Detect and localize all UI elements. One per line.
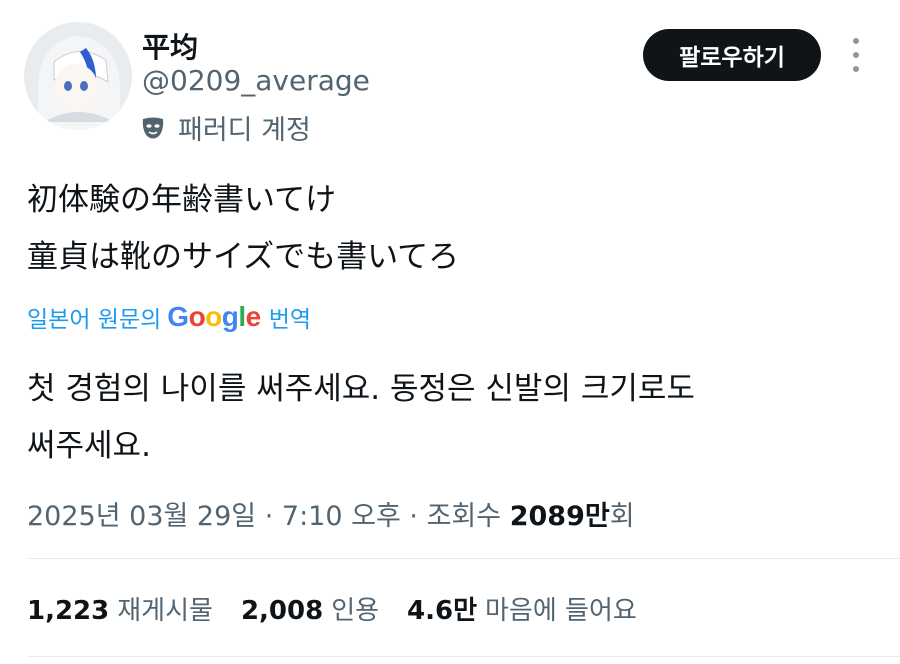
parody-label: 패러디 계정 <box>178 115 311 146</box>
parody-badge: 패러디 계정 <box>140 108 311 147</box>
views-label: 조회수 <box>426 501 502 532</box>
engagement-stats: 1,223 재게시물 2,008 인용 4.6만 마음에 들어요 <box>27 590 637 627</box>
avatar[interactable] <box>24 22 132 130</box>
retweets-stat[interactable]: 1,223 재게시물 <box>27 590 213 627</box>
translate-suffix: 번역 <box>268 307 312 333</box>
follow-button[interactable]: 팔로우하기 <box>643 29 821 81</box>
translated-text: 첫 경험의 나이를 써주세요. 동정은 신발의 크기로도 써주세요. <box>27 361 867 475</box>
tweet-time[interactable]: 7:10 오후 <box>282 501 401 532</box>
meta-separator: · <box>409 501 418 532</box>
divider <box>27 656 900 657</box>
translated-line: 써주세요. <box>27 428 151 464</box>
tweet-date[interactable]: 2025년 03월 29일 <box>27 501 256 532</box>
tweet-line: 初体験の年齢書いてけ <box>27 182 337 218</box>
views-count: 2089만 <box>509 501 610 532</box>
parody-mask-icon <box>142 117 164 138</box>
user-handle[interactable]: @0209_average <box>142 64 370 97</box>
translate-link[interactable]: 일본어 원문의 Google 번역 <box>27 300 311 334</box>
tweet-meta: 2025년 03월 29일 · 7:10 오후 · 조회수 2089만회 <box>27 494 635 533</box>
quotes-stat[interactable]: 2,008 인용 <box>241 590 379 627</box>
meta-separator: · <box>264 501 274 532</box>
translated-line: 첫 경험의 나이를 써주세요. 동정은 신발의 크기로도 <box>27 371 695 407</box>
display-name[interactable]: 平均 <box>142 26 198 66</box>
more-options-icon[interactable] <box>848 38 864 72</box>
tweet-text: 初体験の年齢書いてけ 童貞は靴のサイズでも書いてろ <box>27 172 459 286</box>
divider <box>27 558 900 559</box>
tweet-line: 童貞は靴のサイズでも書いてろ <box>27 239 460 275</box>
google-logo: Google <box>167 301 261 332</box>
likes-stat[interactable]: 4.6만 마음에 들어요 <box>407 590 637 627</box>
translate-prefix: 일본어 원문의 <box>27 307 162 333</box>
views-suffix: 회 <box>609 501 635 532</box>
